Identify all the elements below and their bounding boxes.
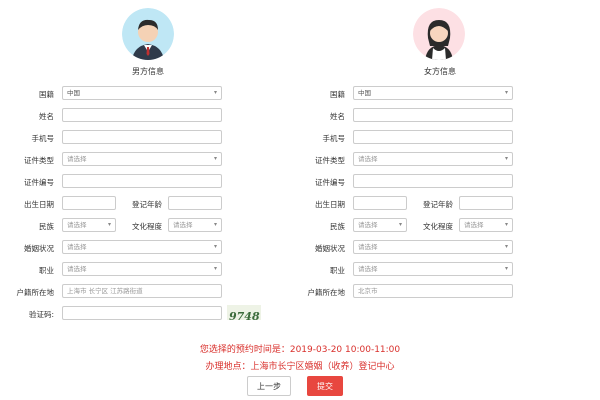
male-phone-input[interactable] (62, 130, 222, 144)
female-residence-value: 北京市 (358, 287, 378, 295)
male-nationality-select[interactable]: 中国 (62, 86, 222, 100)
male-id-type-label: 证件类型 (24, 156, 54, 165)
male-nationality-label: 国籍 (39, 90, 54, 99)
male-avatar (122, 8, 174, 64)
male-marital-value: 请选择 (67, 243, 87, 251)
female-name-label: 姓名 (330, 112, 345, 121)
male-ethnicity-value: 请选择 (67, 221, 87, 229)
female-occupation-select[interactable]: 请选择 (353, 262, 513, 276)
male-birth-label: 出生日期 (24, 200, 54, 209)
female-education-select[interactable]: 请选择 (459, 218, 513, 232)
back-button[interactable]: 上一步 (247, 376, 291, 396)
female-reg-age-input[interactable] (459, 196, 513, 210)
male-birth-input[interactable] (62, 196, 116, 210)
male-occupation-label: 职业 (39, 266, 54, 275)
male-ethnicity-label: 民族 (39, 222, 54, 231)
male-reg-age-input[interactable] (168, 196, 222, 210)
female-birth-label: 出生日期 (315, 200, 345, 209)
female-ethnicity-label: 民族 (330, 222, 345, 231)
female-residence-input[interactable]: 北京市 (353, 284, 513, 298)
male-residence-label: 户籍所在地 (16, 288, 55, 297)
female-id-number-input[interactable] (353, 174, 513, 188)
captcha-image-text: 9748 (229, 310, 260, 320)
male-id-number-input[interactable] (62, 174, 222, 188)
female-id-type-value: 请选择 (358, 155, 378, 163)
female-marital-value: 请选择 (358, 243, 378, 251)
female-phone-input[interactable] (353, 130, 513, 144)
female-occupation-label: 职业 (330, 266, 345, 275)
submit-button[interactable]: 提交 (307, 376, 343, 396)
female-id-number-label: 证件编号 (315, 178, 345, 187)
male-education-value: 请选择 (173, 221, 193, 229)
male-education-label: 文化程度 (132, 222, 162, 231)
male-occupation-select[interactable]: 请选择 (62, 262, 222, 276)
male-name-input[interactable] (62, 108, 222, 122)
female-id-type-select[interactable]: 请选择 (353, 152, 513, 166)
female-education-value: 请选择 (464, 221, 484, 229)
female-ethnicity-select[interactable]: 请选择 (353, 218, 407, 232)
male-id-type-value: 请选择 (67, 155, 87, 163)
female-avatar (413, 8, 465, 64)
male-section-title: 男方信息 (132, 67, 164, 76)
female-marital-select[interactable]: 请选择 (353, 240, 513, 254)
male-id-type-select[interactable]: 请选择 (62, 152, 222, 166)
male-residence-value: 上海市 长宁区 江苏路街道 (67, 287, 143, 295)
male-nationality-value: 中国 (67, 89, 80, 97)
male-avatar-icon (122, 8, 174, 60)
captcha-input[interactable] (62, 306, 222, 320)
female-marital-label: 婚姻状况 (315, 244, 345, 253)
female-id-type-label: 证件类型 (315, 156, 345, 165)
male-id-number-label: 证件编号 (24, 178, 54, 187)
male-occupation-value: 请选择 (67, 265, 87, 273)
female-nationality-value: 中国 (358, 89, 371, 97)
female-ethnicity-value: 请选择 (358, 221, 378, 229)
male-marital-select[interactable]: 请选择 (62, 240, 222, 254)
male-phone-label: 手机号 (31, 134, 55, 143)
female-birth-input[interactable] (353, 196, 407, 210)
male-ethnicity-select[interactable]: 请选择 (62, 218, 116, 232)
female-nationality-label: 国籍 (330, 90, 345, 99)
female-section-title: 女方信息 (424, 67, 456, 76)
female-name-input[interactable] (353, 108, 513, 122)
appointment-place: 办理地点：上海市长宁区婚姻（收养）登记中心 (205, 362, 395, 372)
male-reg-age-label: 登记年龄 (132, 200, 162, 209)
captcha-image[interactable]: 9748 (227, 305, 261, 320)
male-marital-label: 婚姻状况 (24, 244, 54, 253)
female-occupation-value: 请选择 (358, 265, 378, 273)
female-nationality-select[interactable]: 中国 (353, 86, 513, 100)
female-avatar-icon (413, 8, 465, 60)
female-residence-label: 户籍所在地 (307, 288, 346, 297)
female-phone-label: 手机号 (322, 134, 346, 143)
male-education-select[interactable]: 请选择 (168, 218, 222, 232)
male-residence-input[interactable]: 上海市 长宁区 江苏路街道 (62, 284, 222, 298)
female-education-label: 文化程度 (423, 222, 453, 231)
captcha-label: 验证码: (28, 310, 54, 319)
female-reg-age-label: 登记年龄 (423, 200, 453, 209)
appointment-time: 您选择的预约时间是：2019-03-20 10:00-11:00 (199, 345, 401, 355)
male-name-label: 姓名 (39, 112, 54, 121)
